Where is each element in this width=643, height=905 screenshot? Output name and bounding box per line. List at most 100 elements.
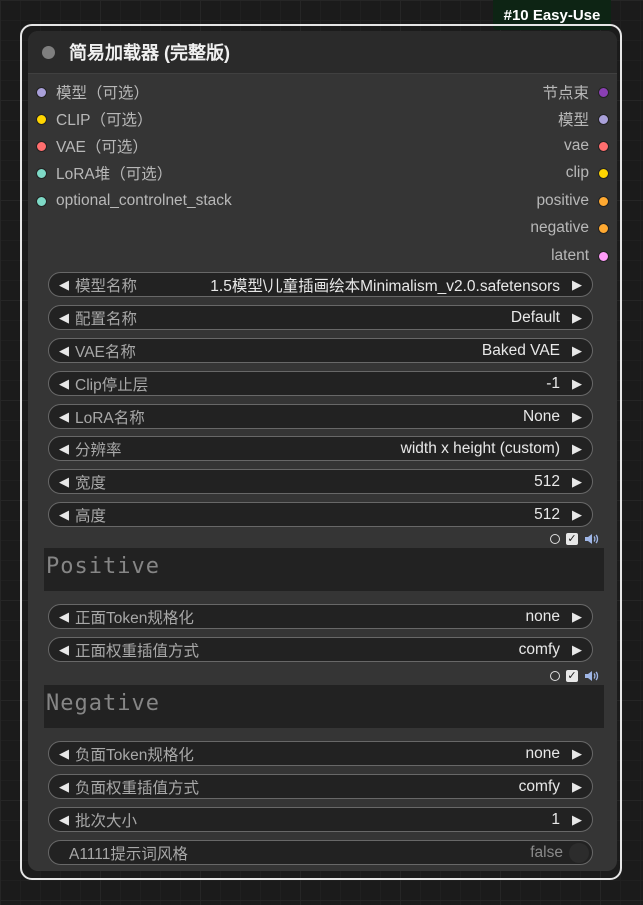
arrow-right-icon[interactable]: ▶	[566, 779, 588, 795]
output-slot-negative[interactable]: negative	[530, 216, 609, 240]
height-number[interactable]: ◀ 高度 512 ▶	[48, 502, 593, 527]
output-slot-latent[interactable]: latent	[551, 244, 609, 268]
output-dot-icon[interactable]	[598, 113, 609, 125]
widget-value: comfy	[518, 777, 560, 795]
widget-value: None	[522, 407, 560, 425]
negative-weight-interpretation-combo[interactable]: ◀ 负面权重插值方式 comfy ▶	[48, 774, 593, 799]
checkbox-icon[interactable]: ✓	[566, 533, 578, 545]
input-label: 模型（可选）	[56, 85, 150, 102]
arrow-left-icon[interactable]: ◀	[53, 277, 75, 293]
positive-toolbar: ✓	[550, 531, 600, 547]
clip-skip-number[interactable]: ◀ Clip停止层 -1 ▶	[48, 371, 593, 396]
input-dot-icon[interactable]	[36, 167, 47, 179]
input-slot-model[interactable]: 模型（可选）	[36, 80, 149, 104]
output-slot-positive[interactable]: positive	[536, 189, 609, 213]
output-label: clip	[565, 164, 589, 181]
output-dot-icon[interactable]	[598, 250, 609, 262]
arrow-right-icon[interactable]: ▶	[566, 507, 588, 523]
input-slot-controlnet-stack[interactable]: optional_controlnet_stack	[36, 189, 232, 213]
arrow-left-icon[interactable]: ◀	[53, 474, 75, 490]
widget-label: 配置名称	[75, 310, 138, 328]
input-slot-clip[interactable]: CLIP（可选）	[36, 107, 152, 131]
output-dot-icon[interactable]	[598, 195, 609, 207]
input-label: LoRA堆（可选）	[56, 166, 173, 183]
node-title-bar[interactable]: 简易加载器 (完整版)	[28, 31, 617, 74]
input-dot-icon[interactable]	[36, 86, 47, 98]
batch-size-number[interactable]: ◀ 批次大小 1 ▶	[48, 807, 593, 832]
positive-prompt-textarea[interactable]: Positive	[44, 548, 604, 591]
arrow-right-icon[interactable]: ▶	[566, 310, 588, 326]
lora-name-combo[interactable]: ◀ LoRA名称 None ▶	[48, 404, 593, 429]
arrow-right-icon[interactable]: ▶	[566, 277, 588, 293]
input-dot-icon[interactable]	[36, 140, 47, 152]
input-dot-icon[interactable]	[36, 195, 47, 207]
widget-label: 批次大小	[75, 812, 138, 830]
speaker-icon[interactable]	[584, 669, 600, 683]
positive-weight-interpretation-combo[interactable]: ◀ 正面权重插值方式 comfy ▶	[48, 637, 593, 662]
arrow-right-icon[interactable]: ▶	[566, 746, 588, 762]
output-dot-icon[interactable]	[598, 222, 609, 234]
arrow-left-icon[interactable]: ◀	[53, 310, 75, 326]
config-name-combo[interactable]: ◀ 配置名称 Default ▶	[48, 305, 593, 330]
output-slot-model[interactable]: 模型	[558, 107, 609, 131]
speaker-icon[interactable]	[584, 532, 600, 546]
widget-label: 分辨率	[75, 441, 122, 459]
negative-token-normalization-combo[interactable]: ◀ 负面Token规格化 none ▶	[48, 741, 593, 766]
circle-icon[interactable]	[550, 534, 560, 544]
widget-label: 正面权重插值方式	[75, 642, 200, 660]
input-label: VAE（可选）	[56, 139, 148, 156]
output-label: negative	[530, 219, 589, 236]
resolution-combo[interactable]: ◀ 分辨率 width x height (custom) ▶	[48, 436, 593, 461]
negative-placeholder: Negative	[46, 691, 160, 716]
widget-label: 负面Token规格化	[75, 746, 194, 764]
arrow-right-icon[interactable]: ▶	[566, 474, 588, 490]
arrow-left-icon[interactable]: ◀	[53, 441, 75, 457]
a1111-prompt-style-toggle[interactable]: A1111提示词风格 false	[48, 840, 593, 865]
circle-icon[interactable]	[550, 671, 560, 681]
widget-value: width x height (custom)	[400, 439, 560, 457]
input-slot-lora-stack[interactable]: LoRA堆（可选）	[36, 161, 172, 185]
input-dot-icon[interactable]	[36, 113, 47, 125]
arrow-right-icon[interactable]: ▶	[566, 642, 588, 658]
widget-value: Baked VAE	[481, 341, 560, 359]
arrow-right-icon[interactable]: ▶	[566, 812, 588, 828]
arrow-left-icon[interactable]: ◀	[53, 642, 75, 658]
collapse-dot-icon[interactable]	[42, 45, 55, 59]
arrow-left-icon[interactable]: ◀	[53, 779, 75, 795]
widget-value: 1.5模型\儿童插画绘本Minimalism_v2.0.safetensors	[210, 277, 560, 295]
arrow-right-icon[interactable]: ▶	[566, 409, 588, 425]
output-dot-icon[interactable]	[598, 140, 609, 152]
arrow-right-icon[interactable]: ▶	[566, 609, 588, 625]
arrow-left-icon[interactable]: ◀	[53, 343, 75, 359]
input-slot-vae[interactable]: VAE（可选）	[36, 134, 148, 158]
width-number[interactable]: ◀ 宽度 512 ▶	[48, 469, 593, 494]
arrow-left-icon[interactable]: ◀	[53, 409, 75, 425]
toggle-knob-icon[interactable]	[569, 842, 589, 863]
negative-toolbar: ✓	[550, 668, 600, 684]
widget-label: 模型名称	[75, 277, 138, 295]
negative-prompt-textarea[interactable]: Negative	[44, 685, 604, 728]
widget-label: VAE名称	[75, 343, 136, 361]
positive-token-normalization-combo[interactable]: ◀ 正面Token规格化 none ▶	[48, 604, 593, 629]
output-dot-icon[interactable]	[598, 167, 609, 179]
arrow-left-icon[interactable]: ◀	[53, 609, 75, 625]
output-slot-vae[interactable]: vae	[564, 134, 609, 158]
easy-loader-node[interactable]: 简易加载器 (完整版) 模型（可选） CLIP（可选） VAE（可选） LoRA…	[28, 31, 617, 871]
ckpt-name-combo[interactable]: ◀ 模型名称 1.5模型\儿童插画绘本Minimalism_v2.0.safet…	[48, 272, 593, 297]
checkbox-icon[interactable]: ✓	[566, 670, 578, 682]
arrow-right-icon[interactable]: ▶	[566, 343, 588, 359]
arrow-left-icon[interactable]: ◀	[53, 812, 75, 828]
output-label: latent	[551, 247, 589, 264]
arrow-right-icon[interactable]: ▶	[566, 441, 588, 457]
arrow-left-icon[interactable]: ◀	[53, 746, 75, 762]
output-slot-pipe[interactable]: 节点束	[542, 80, 609, 104]
arrow-left-icon[interactable]: ◀	[53, 507, 75, 523]
output-slot-clip[interactable]: clip	[566, 161, 609, 185]
arrow-left-icon[interactable]: ◀	[53, 376, 75, 392]
vae-name-combo[interactable]: ◀ VAE名称 Baked VAE ▶	[48, 338, 593, 363]
output-dot-icon[interactable]	[598, 86, 609, 98]
widget-value: none	[525, 607, 560, 625]
widget-value: none	[525, 744, 560, 762]
widget-label: LoRA名称	[75, 409, 145, 427]
arrow-right-icon[interactable]: ▶	[566, 376, 588, 392]
